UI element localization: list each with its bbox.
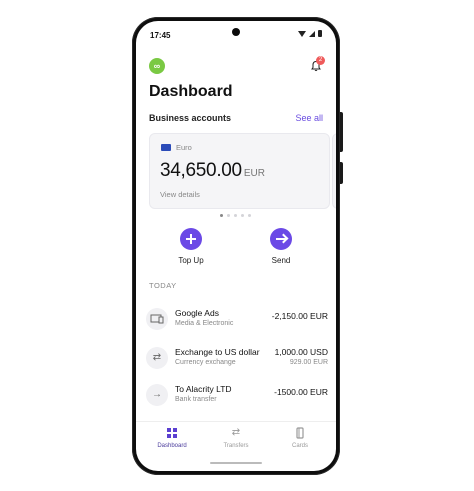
card-icon bbox=[275, 427, 325, 439]
transaction-row[interactable]: Google Ads Media & Electronic -2,150.00 … bbox=[146, 307, 328, 337]
transfer-icon: ⇄ bbox=[231, 427, 241, 438]
accounts-section-title: Business accounts bbox=[149, 113, 232, 123]
phone-frame: 17:45 ∞ 2 Dashboard Business accounts Se… bbox=[132, 17, 343, 475]
top-up-button[interactable]: Top Up bbox=[171, 228, 211, 265]
transactions-date-label: TODAY bbox=[149, 281, 177, 290]
tab-transfers[interactable]: ⇄ Transfers bbox=[211, 427, 261, 449]
app-logo[interactable]: ∞ bbox=[149, 58, 165, 74]
carousel-dots bbox=[220, 214, 251, 217]
exchange-icon: ⇄ bbox=[146, 347, 168, 369]
eu-flag-icon bbox=[161, 144, 171, 151]
device-icon bbox=[146, 308, 168, 330]
notification-badge: 2 bbox=[316, 56, 325, 65]
balance-value: 34,650.00 bbox=[160, 160, 242, 181]
tab-label: Cards bbox=[291, 443, 308, 449]
transaction-name: Exchange to US dollar bbox=[175, 347, 260, 357]
carousel-dot[interactable] bbox=[241, 214, 244, 217]
camera-cutout bbox=[232, 28, 240, 36]
carousel-dot[interactable] bbox=[234, 214, 237, 217]
transaction-subtitle: Bank transfer bbox=[175, 396, 217, 403]
arrow-right-icon[interactable] bbox=[270, 228, 292, 250]
transaction-name: Google Ads bbox=[175, 308, 219, 318]
balance-currency: EUR bbox=[243, 168, 265, 179]
signal-icon bbox=[309, 30, 315, 37]
account-card[interactable]: Euro 34,650.00 EUR View details bbox=[149, 133, 330, 209]
wifi-icon bbox=[298, 30, 306, 37]
app-screen: 17:45 ∞ 2 Dashboard Business accounts Se… bbox=[136, 21, 336, 471]
transaction-amount: -1500.00 EUR bbox=[274, 387, 328, 397]
tab-label: Transfers bbox=[223, 443, 249, 449]
next-account-card[interactable] bbox=[332, 133, 336, 209]
transaction-subtitle: Currency exchange bbox=[175, 359, 236, 366]
arrow-right-icon: → bbox=[146, 384, 168, 406]
carousel-dot[interactable] bbox=[220, 214, 223, 217]
send-button[interactable]: Send bbox=[261, 228, 301, 265]
see-all-link[interactable]: See all bbox=[295, 113, 323, 123]
tab-dashboard[interactable]: Dashboard bbox=[147, 427, 197, 449]
carousel-dot[interactable] bbox=[248, 214, 251, 217]
currency-name: Euro bbox=[176, 143, 192, 152]
status-bar: 17:45 bbox=[136, 21, 336, 43]
transaction-subtitle: Media & Electronic bbox=[175, 320, 234, 327]
transaction-amount: 1,000.00 USD bbox=[274, 347, 328, 357]
system-icons bbox=[298, 30, 322, 37]
transaction-amount: -2,150.00 EUR bbox=[271, 311, 328, 321]
plus-icon[interactable] bbox=[180, 228, 202, 250]
top-up-label: Top Up bbox=[178, 256, 204, 265]
tab-cards[interactable]: Cards bbox=[275, 427, 325, 449]
tab-label: Dashboard bbox=[157, 443, 187, 449]
bottom-tab-bar: Dashboard ⇄ Transfers Cards bbox=[136, 421, 336, 458]
battery-icon bbox=[318, 30, 322, 37]
transaction-name: To Alacrity LTD bbox=[175, 384, 232, 394]
page-title: Dashboard bbox=[149, 83, 233, 100]
account-balance: 34,650.00 EUR bbox=[160, 160, 265, 182]
transaction-secondary-amount: 929.00 EUR bbox=[289, 359, 328, 366]
power-button bbox=[340, 162, 343, 184]
transaction-row[interactable]: ⇄ Exchange to US dollar Currency exchang… bbox=[146, 346, 328, 376]
home-indicator[interactable] bbox=[210, 462, 262, 464]
view-details-link[interactable]: View details bbox=[160, 190, 200, 199]
send-label: Send bbox=[271, 256, 291, 265]
volume-button bbox=[340, 112, 343, 152]
carousel-dot[interactable] bbox=[227, 214, 230, 217]
grid-icon bbox=[147, 427, 197, 439]
accounts-section-header: Business accounts See all bbox=[149, 113, 323, 123]
status-time: 17:45 bbox=[150, 31, 171, 40]
transaction-row[interactable]: → To Alacrity LTD Bank transfer -1500.00… bbox=[146, 383, 328, 413]
